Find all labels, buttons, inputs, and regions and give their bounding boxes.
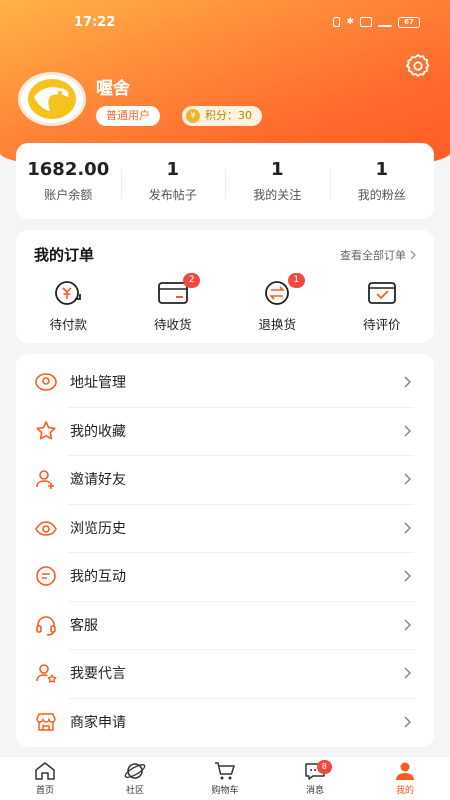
cart-icon — [215, 762, 235, 780]
user-level-badge: 普通用户 — [96, 106, 160, 126]
tab-profile[interactable]: 我的 — [360, 757, 450, 800]
menu-interactions[interactable]: 我的互动 — [16, 552, 434, 601]
chevron-right-icon — [404, 570, 412, 582]
planet-icon — [124, 763, 146, 779]
stat-value: 1 — [270, 159, 284, 180]
view-all-orders-link[interactable]: 查看全部订单 — [340, 247, 416, 263]
tab-label: 购物车 — [211, 786, 239, 796]
stat-posts[interactable]: 1 发布帖子 — [120, 159, 226, 203]
tab-cart[interactable]: 购物车 — [180, 757, 270, 800]
location-icon — [35, 373, 57, 392]
menu-label: 地址管理 — [70, 375, 126, 392]
chevron-right-icon — [404, 473, 412, 485]
stat-followers[interactable]: 1 我的粉丝 — [329, 159, 435, 203]
coin-icon: ¥ — [186, 109, 200, 123]
status-icons: ✱ 67 — [333, 16, 420, 28]
avatar[interactable] — [18, 72, 86, 126]
order-badge: 1 — [287, 273, 305, 288]
battery-icon: 67 — [398, 16, 420, 28]
order-pending-receipt[interactable]: 2 待收货 — [121, 273, 226, 333]
menu-endorse[interactable]: 我要代言 — [16, 649, 434, 698]
settings-menu: 地址管理 我的收藏 邀请好友 浏览历史 我的互动 客服 我要代言 商家申请 — [16, 354, 434, 747]
menu-label: 客服 — [70, 617, 98, 634]
menu-address[interactable]: 地址管理 — [16, 358, 434, 407]
username: 喔舍 — [96, 79, 130, 99]
menu-label: 我的互动 — [70, 569, 126, 586]
stat-label: 我的粉丝 — [357, 188, 406, 202]
stat-value: 1 — [166, 159, 180, 180]
order-pending-payment[interactable]: 待付款 — [16, 279, 121, 333]
stat-label: 我的关注 — [253, 188, 302, 202]
stat-value: 1682.00 — [27, 159, 110, 180]
stat-following[interactable]: 1 我的关注 — [225, 159, 330, 203]
star-icon — [36, 420, 56, 440]
endorse-icon — [36, 664, 57, 684]
tab-community[interactable]: 社区 — [90, 757, 180, 800]
menu-label: 商家申请 — [70, 714, 126, 731]
tab-label: 首页 — [35, 786, 54, 796]
chevron-right-icon — [404, 619, 412, 631]
status-time: 17:22 — [74, 14, 116, 30]
review-icon — [367, 282, 396, 304]
stat-label: 账户余额 — [44, 188, 93, 202]
chat-bubble-icon — [36, 566, 56, 587]
tab-label: 我的 — [395, 786, 414, 796]
tab-badge: 8 — [316, 760, 332, 774]
avatar-logo-icon — [28, 79, 76, 119]
tab-home[interactable]: 首页 — [0, 757, 90, 800]
payment-icon — [55, 281, 82, 305]
order-label: 退换货 — [258, 317, 296, 332]
order-label: 待收货 — [153, 317, 192, 332]
menu-label: 浏览历史 — [70, 520, 126, 537]
profile-icon — [396, 762, 414, 780]
orders-title: 我的订单 — [34, 246, 95, 264]
order-label: 待评价 — [362, 317, 401, 332]
chevron-right-icon — [404, 667, 412, 679]
invite-user-icon — [36, 470, 54, 490]
vibrate-icon — [333, 17, 341, 27]
chevron-right-icon — [404, 716, 412, 728]
bluetooth-icon: ✱ — [346, 17, 354, 27]
menu-invite[interactable]: 邀请好友 — [16, 455, 434, 504]
menu-customer-service[interactable]: 客服 — [16, 600, 434, 650]
menu-label: 邀请好友 — [70, 472, 126, 489]
signal-icon — [378, 17, 392, 27]
menu-history[interactable]: 浏览历史 — [16, 503, 434, 553]
status-bar: 17:22 ✱ 67 — [0, 0, 450, 44]
hd-icon — [360, 17, 372, 27]
bottom-tab-bar: 首页 社区 购物车 8 消息 我的 — [0, 756, 450, 800]
chevron-right-icon — [410, 250, 416, 259]
stats-card: 1682.00 账户余额 1 发布帖子 1 我的关注 1 我的粉丝 — [16, 143, 434, 219]
home-icon — [35, 762, 55, 780]
stat-balance[interactable]: 1682.00 账户余额 — [16, 159, 121, 203]
view-all-orders-label: 查看全部订单 — [340, 248, 406, 262]
chevron-right-icon — [404, 376, 412, 388]
tab-label: 消息 — [305, 786, 324, 796]
menu-favorites[interactable]: 我的收藏 — [16, 406, 434, 456]
stat-value: 1 — [375, 159, 389, 180]
points-badge[interactable]: ¥ 积分：30 — [182, 106, 262, 126]
points-label: 积分：30 — [205, 109, 252, 122]
chevron-right-icon — [404, 425, 412, 437]
order-label: 待付款 — [49, 317, 87, 332]
menu-merchant-apply[interactable]: 商家申请 — [16, 697, 434, 747]
chevron-right-icon — [404, 522, 412, 534]
menu-label: 我的收藏 — [70, 423, 126, 440]
orders-card: 我的订单 查看全部订单 待付款 2 待收货 1 退换货 待评价 — [16, 230, 434, 343]
settings-gear-icon[interactable] — [404, 52, 432, 80]
menu-label: 我要代言 — [70, 666, 126, 683]
stat-label: 发布帖子 — [148, 188, 197, 202]
eye-icon — [35, 520, 57, 536]
shop-icon — [36, 713, 56, 731]
order-returns[interactable]: 1 退换货 — [225, 273, 330, 333]
tab-messages[interactable]: 8 消息 — [270, 757, 360, 800]
order-badge: 2 — [183, 273, 201, 288]
tab-label: 社区 — [125, 786, 144, 796]
headset-icon — [36, 616, 56, 636]
order-pending-review[interactable]: 待评价 — [330, 279, 435, 333]
